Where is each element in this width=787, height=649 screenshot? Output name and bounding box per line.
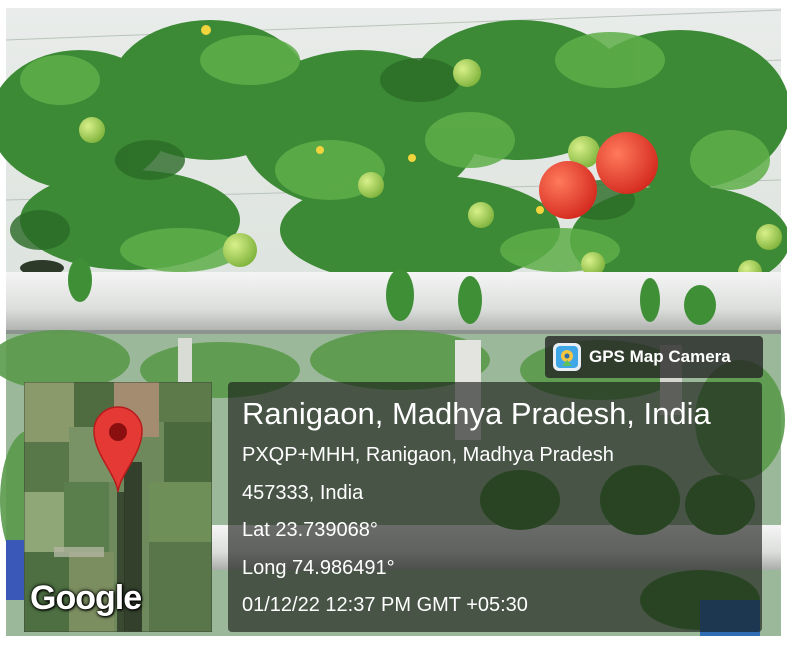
satellite-minimap: Google [24,382,212,632]
location-info-panel: Ranigaon, Madhya Pradesh, India PXQP+MHH… [228,382,762,632]
address-line-2: 457333, India [242,482,364,504]
gps-map-camera-icon [553,343,581,371]
geotagged-photo: GPS Map Camera Google Ranigaon, Madhya P… [0,0,787,649]
latitude-text: Lat 23.739068° [242,519,378,541]
longitude-text: Long 74.986491° [242,557,395,579]
badge-label: GPS Map Camera [589,347,731,366]
datetime-text: 01/12/22 12:37 PM GMT +05:30 [242,594,528,616]
location-title: Ranigaon, Madhya Pradesh, India [242,396,711,431]
gps-map-camera-badge: GPS Map Camera [545,336,763,378]
location-pin-icon [93,406,143,493]
google-logo: Google [30,579,142,617]
address-line-1: PXQP+MHH, Ranigaon, Madhya Pradesh [242,444,614,466]
